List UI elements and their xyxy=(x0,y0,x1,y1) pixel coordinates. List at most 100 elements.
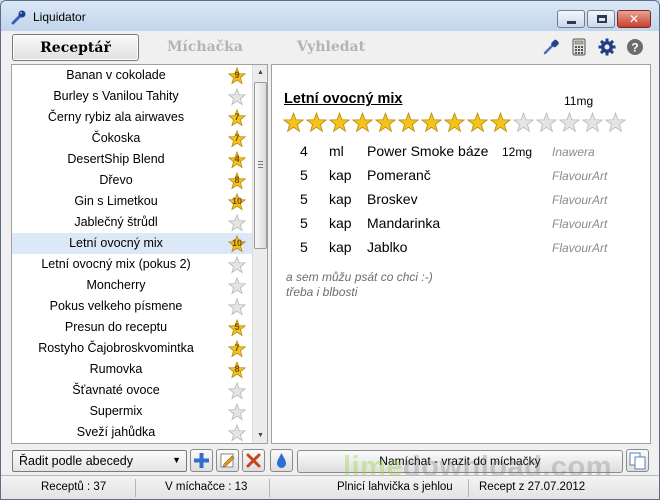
recipe-list-item[interactable]: Letní ovocný mix 10 xyxy=(12,233,252,254)
star-empty-icon xyxy=(228,382,246,400)
rating-star[interactable] xyxy=(535,111,558,133)
ingredient-amount: 5 xyxy=(300,191,308,207)
recipe-list-item[interactable]: Supermix xyxy=(12,401,252,422)
recipe-list-item[interactable]: Rumovka 8 xyxy=(12,359,252,380)
rating-star: 10 xyxy=(228,193,246,211)
recipe-list-item[interactable]: Burley s Vanilou Tahity xyxy=(12,86,252,107)
recipe-rating-value: 7 xyxy=(234,133,240,143)
recipe-list-item[interactable]: Banan v cokolade 9 xyxy=(12,65,252,86)
rating-star[interactable] xyxy=(604,111,627,133)
recipe-list-item[interactable]: DesertShip Blend 4 xyxy=(12,149,252,170)
close-button[interactable]: ✕ xyxy=(617,10,651,28)
star-filled-icon xyxy=(282,111,305,133)
grip-icon xyxy=(258,161,263,168)
star-empty-icon xyxy=(581,111,604,133)
recipe-name: Rostyho Čajobroskvomintka xyxy=(38,341,194,355)
recipe-list-item[interactable]: Čokoska 7 xyxy=(12,128,252,149)
star-filled-icon xyxy=(397,111,420,133)
close-icon: ✕ xyxy=(628,12,640,26)
ingredient-amount: 5 xyxy=(300,239,308,255)
recipe-name: Supermix xyxy=(89,404,143,418)
tab-michacka[interactable]: Míchačka xyxy=(155,34,255,61)
title-bar[interactable]: Liquidator ✕ xyxy=(1,1,659,31)
rating-star[interactable] xyxy=(489,111,512,133)
settings-gear-icon[interactable] xyxy=(598,38,616,56)
recipe-list-item[interactable]: Černy rybiz ala airwaves 7 xyxy=(12,107,252,128)
recipe-list-item[interactable]: Šťavnaté ovoce xyxy=(12,380,252,401)
rating-star[interactable] xyxy=(282,111,305,133)
rating-star: 7 xyxy=(228,130,246,148)
recipe-name: Čokoska xyxy=(91,131,141,145)
tab-vyhledat[interactable]: Vyhledat xyxy=(281,34,381,61)
calculator-icon[interactable] xyxy=(570,38,588,56)
delete-recipe-button[interactable] xyxy=(242,449,265,472)
star-filled-icon xyxy=(305,111,328,133)
help-icon[interactable]: ? xyxy=(626,38,644,56)
recipe-rating-value: 9 xyxy=(234,70,240,80)
rating-star[interactable] xyxy=(443,111,466,133)
recipe-list-item[interactable]: Pokus velkeho písmene xyxy=(12,296,252,317)
recipe-list-item[interactable]: Rostyho Čajobroskvomintka 7 xyxy=(12,338,252,359)
rating-star[interactable] xyxy=(512,111,535,133)
scrollbar-thumb[interactable] xyxy=(254,82,267,249)
rating-star[interactable] xyxy=(351,111,374,133)
rating-star: 5 xyxy=(228,319,246,337)
svg-text:?: ? xyxy=(631,41,638,55)
ingredient-row: 5 kap Pomeranč FlavourArt xyxy=(284,165,644,189)
recipe-list-item[interactable]: Dřevo 8 xyxy=(12,170,252,191)
main-toolbar: Receptář Míchačka Vyhledat ? xyxy=(1,31,659,63)
rating-star[interactable] xyxy=(420,111,443,133)
rating-star[interactable] xyxy=(558,111,581,133)
rating-star xyxy=(228,88,246,106)
minimize-button[interactable] xyxy=(557,10,585,28)
pipette-icon[interactable] xyxy=(542,38,560,56)
ingredient-amount: 5 xyxy=(300,167,308,183)
scroll-up-arrow-icon[interactable]: ▲ xyxy=(253,65,268,80)
rating-star[interactable] xyxy=(374,111,397,133)
star-filled-icon xyxy=(374,111,397,133)
recipe-list-item[interactable]: Sveží jahůdka xyxy=(12,422,252,443)
recipe-name: Rumovka xyxy=(89,362,143,376)
star-filled-icon xyxy=(351,111,374,133)
recipe-rating-value: 10 xyxy=(231,238,242,248)
drop-button[interactable] xyxy=(270,449,293,472)
ingredient-amount: 4 xyxy=(300,143,308,159)
status-bottle: Plnicí lahvička s jehlou xyxy=(337,481,453,493)
rating-star: 7 xyxy=(228,340,246,358)
copy-recipe-button[interactable] xyxy=(626,449,649,472)
rating-star[interactable] xyxy=(466,111,489,133)
mix-into-mixer-button[interactable]: Namíchat - vrazit do míchačky xyxy=(297,450,623,473)
rating-star xyxy=(228,298,246,316)
maximize-button[interactable] xyxy=(587,10,615,28)
recipe-rating-value: 10 xyxy=(231,196,242,206)
rating-star[interactable] xyxy=(328,111,351,133)
rating-star[interactable] xyxy=(397,111,420,133)
recipe-list-item[interactable]: Jablečný štrůdl xyxy=(12,212,252,233)
tab-receptar[interactable]: Receptář xyxy=(12,34,139,61)
recipe-name: Letní ovocný mix (pokus 2) xyxy=(41,257,191,271)
rating-star[interactable] xyxy=(305,111,328,133)
minimize-icon xyxy=(567,21,576,24)
recipe-notes[interactable]: a sem můžu psát co chci :-) třeba i blbo… xyxy=(286,270,433,300)
rating-star[interactable] xyxy=(581,111,604,133)
rating-star: 8 xyxy=(228,361,246,379)
add-recipe-button[interactable] xyxy=(190,449,213,472)
star-empty-icon xyxy=(604,111,627,133)
recipe-list-panel: Banan v cokolade 9 Burley s Vanilou Tahity… xyxy=(11,64,268,444)
recipe-list-item[interactable]: Gin s Limetkou 10 xyxy=(12,191,252,212)
sort-dropdown[interactable]: Řadit podle abecedy ▼ xyxy=(12,450,187,472)
recipe-list-item[interactable]: Letní ovocný mix (pokus 2) xyxy=(12,254,252,275)
recipe-list-item[interactable]: Presun do receptu 5 xyxy=(12,317,252,338)
scroll-down-arrow-icon[interactable]: ▼ xyxy=(253,428,268,443)
recipe-list-item[interactable]: Moncherry xyxy=(12,275,252,296)
star-filled-icon xyxy=(420,111,443,133)
edit-recipe-button[interactable] xyxy=(216,449,239,472)
recipe-rating-value: 4 xyxy=(234,154,240,164)
rating-star xyxy=(228,277,246,295)
star-empty-icon xyxy=(228,424,246,442)
star-empty-icon xyxy=(228,277,246,295)
status-divider xyxy=(468,479,469,497)
recipe-list-scrollbar[interactable]: ▲ ▼ xyxy=(252,65,267,443)
ingredient-name: Jablko xyxy=(367,239,408,255)
recipe-name: Presun do receptu xyxy=(64,320,168,334)
